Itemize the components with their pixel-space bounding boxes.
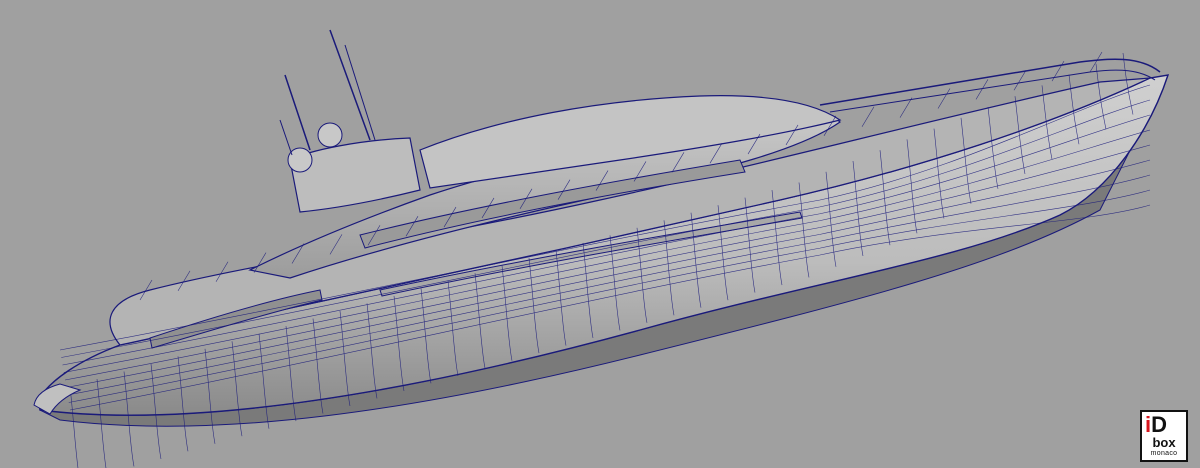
antenna-2 [344,44,376,141]
antenna-3 [284,74,311,151]
radome-right [317,122,343,148]
yacht-wireframe-model [33,29,1170,468]
antenna-4 [279,119,293,156]
logo-text-monaco: monaco [1150,450,1178,457]
logo-text-box: box [1152,435,1176,450]
mesh-line [861,106,875,127]
3d-viewport[interactable]: iD box monaco [0,0,1200,468]
antenna-1 [329,29,371,141]
mesh-line [937,88,951,109]
radome-left [287,147,313,173]
idbox-monaco-logo: iD box monaco [1140,410,1188,462]
logo-mark: iD [1145,412,1168,437]
mesh-line [1051,60,1065,82]
mesh-line [1089,51,1103,73]
